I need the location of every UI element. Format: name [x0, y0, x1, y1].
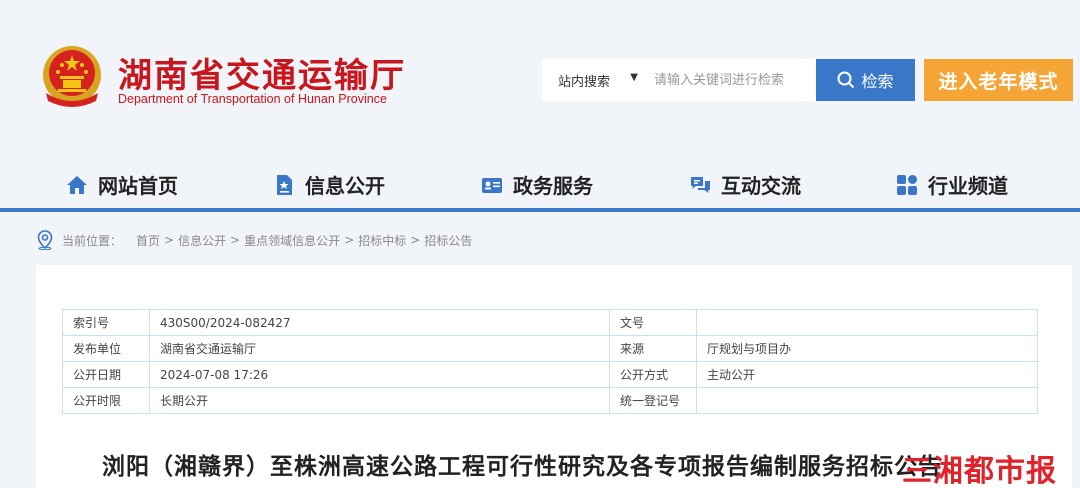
nav-item-gov-services[interactable]: 政务服务 [481, 170, 593, 199]
main-nav: 网站首页 信息公开 政务服务 互动交流 行业频道 [0, 160, 1080, 212]
meta-value [696, 309, 1038, 336]
nav-item-label: 行业频道 [928, 174, 1008, 198]
search-icon [837, 71, 855, 89]
home-icon [67, 175, 87, 194]
search-input[interactable] [646, 59, 816, 101]
meta-key: 公开时限 [62, 387, 150, 414]
breadcrumb-link[interactable]: 招标中标 [358, 232, 406, 249]
search-button-label: 检索 [861, 72, 894, 91]
chevron-down-icon: ▼ [630, 72, 638, 83]
meta-key: 来源 [609, 335, 697, 362]
breadcrumb-separator: > [344, 233, 355, 247]
breadcrumb-separator: > [164, 233, 175, 247]
meta-key: 统一登记号 [609, 387, 697, 414]
breadcrumb-separator: > [230, 233, 241, 247]
meta-key: 索引号 [62, 309, 150, 336]
breadcrumb-link[interactable]: 重点领域信息公开 [244, 232, 340, 249]
table-row: 索引号 430S00/2024-082427 文号 [62, 309, 1038, 336]
site-title[interactable]: 湖南省交通运输厅 [118, 48, 406, 97]
search-button[interactable]: 检索 [816, 59, 915, 101]
meta-value: 主动公开 [696, 361, 1038, 388]
meta-key: 公开日期 [62, 361, 150, 388]
search-scope-select[interactable]: 站内搜索 ▼ [542, 59, 646, 101]
nav-item-home[interactable]: 网站首页 [66, 170, 178, 199]
breadcrumb-link[interactable]: 信息公开 [178, 232, 226, 249]
table-row: 公开日期 2024-07-08 17:26 公开方式 主动公开 [62, 361, 1038, 388]
chat-icon [691, 176, 710, 193]
nav-item-info-public[interactable]: 信息公开 [273, 170, 385, 199]
search-scope-label: 站内搜索 [558, 74, 611, 90]
nav-item-industry[interactable]: 行业频道 [896, 170, 1008, 199]
nav-item-label: 政务服务 [513, 174, 593, 198]
elder-mode-button[interactable]: 进入老年模式 [924, 59, 1073, 101]
site-header: 湖南省交通运输厅 Department of Transportation of… [0, 0, 1080, 150]
location-pin-icon [37, 230, 53, 250]
meta-value [696, 387, 1038, 414]
meta-key: 公开方式 [609, 361, 697, 388]
nav-item-interaction[interactable]: 互动交流 [689, 170, 801, 199]
document-icon [277, 174, 292, 195]
meta-key: 发布单位 [62, 335, 150, 362]
meta-value: 湖南省交通运输厅 [149, 335, 610, 362]
meta-value: 长期公开 [149, 387, 610, 414]
breadcrumb-separator: > [410, 233, 421, 247]
grid-icon [897, 174, 917, 195]
breadcrumb-link[interactable]: 招标公告 [424, 232, 472, 249]
id-card-icon [482, 177, 502, 193]
nav-item-label: 网站首页 [98, 174, 178, 198]
breadcrumb-link[interactable]: 首页 [136, 232, 160, 249]
nav-item-label: 互动交流 [721, 174, 801, 198]
breadcrumb: 当前位置： 首页 > 信息公开 > 重点领域信息公开 > 招标中标 > 招标公告 [36, 230, 472, 250]
site-subtitle: Department of Transportation of Hunan Pr… [118, 92, 387, 106]
meta-value: 2024-07-08 17:26 [149, 361, 610, 388]
meta-value: 厅规划与项目办 [696, 335, 1038, 362]
table-row: 发布单位 湖南省交通运输厅 来源 厅规划与项目办 [62, 335, 1038, 362]
search-box: 站内搜索 ▼ 检索 [542, 59, 915, 101]
national-emblem-icon [43, 46, 101, 107]
meta-key: 文号 [609, 309, 697, 336]
nav-item-label: 信息公开 [305, 174, 385, 198]
table-row: 公开时限 长期公开 统一登记号 [62, 387, 1038, 414]
meta-value: 430S00/2024-082427 [149, 309, 610, 336]
metadata-table: 索引号 430S00/2024-082427 文号 发布单位 湖南省交通运输厅 … [62, 309, 1038, 414]
article-title: 浏阳（湘赣界）至株洲高速公路工程可行性研究及各专项报告编制服务招标公告 [102, 454, 942, 480]
breadcrumb-label: 当前位置： [62, 233, 123, 248]
watermark-logo: 三湘都市报 [902, 454, 1057, 488]
